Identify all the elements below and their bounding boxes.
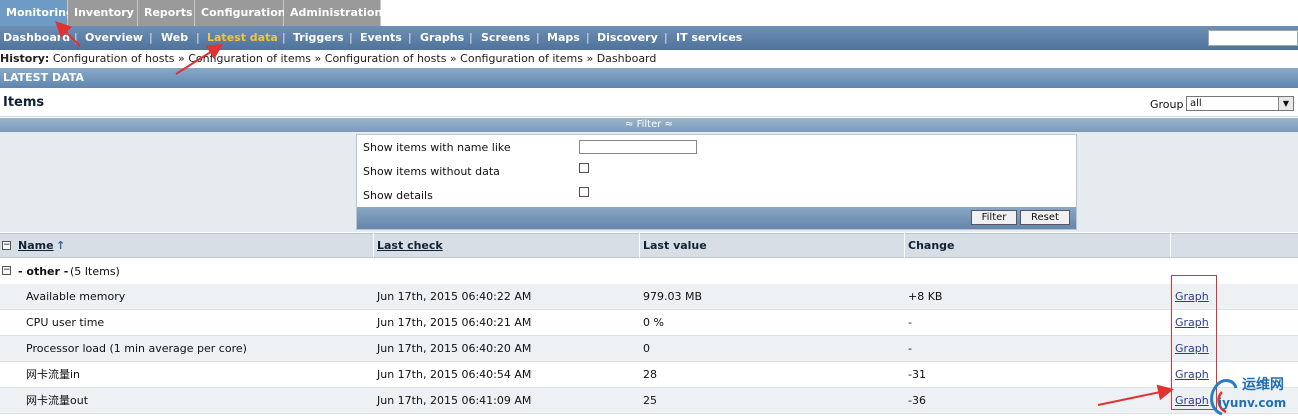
column-divider <box>1170 233 1171 258</box>
history-link[interactable]: Configuration of items <box>188 52 311 65</box>
collapse-all-icon[interactable]: − <box>2 241 11 250</box>
watermark-text: 运维网 <box>1242 377 1284 393</box>
history-link[interactable]: Configuration of hosts <box>53 52 175 65</box>
submenu-separator: | <box>469 31 473 44</box>
change-column-header: Change <box>908 239 955 252</box>
submenu-it-services[interactable]: IT services <box>676 26 742 50</box>
submenu-discovery[interactable]: Discovery <box>597 26 658 50</box>
submenu-separator: | <box>282 31 286 44</box>
column-divider <box>373 233 374 258</box>
item-last-value: 0 <box>643 342 650 355</box>
group-count: (5 Items) <box>70 265 120 278</box>
tab-reports[interactable]: Reports <box>138 0 195 26</box>
submenu-separator: | <box>586 31 590 44</box>
sort-arrow-icon: ↑ <box>56 239 66 252</box>
item-name: 网卡流量out <box>26 394 89 407</box>
history-label: History: <box>0 52 50 65</box>
top-menu: Monitoring Inventory Reports Configurati… <box>0 0 1298 26</box>
submenu-separator: | <box>196 31 200 44</box>
collapse-group-icon[interactable]: − <box>2 266 11 275</box>
group-label: Group <box>1150 98 1184 111</box>
without-data-label: Show items without data <box>363 165 500 178</box>
submenu-triggers[interactable]: Triggers <box>293 26 344 50</box>
item-name: CPU user time <box>26 316 105 329</box>
submenu-dashboard[interactable]: Dashboard <box>3 26 70 50</box>
group-select-value: all <box>1190 98 1202 109</box>
submenu-latest-data[interactable]: Latest data <box>207 26 278 50</box>
submenu-web[interactable]: Web <box>161 26 188 50</box>
tab-configuration[interactable]: Configuration <box>195 0 286 26</box>
group-select[interactable]: all ▼ <box>1186 96 1294 111</box>
filter-actions: Filter Reset <box>357 207 1076 229</box>
details-label: Show details <box>363 189 433 202</box>
submenu-screens[interactable]: Screens <box>481 26 530 50</box>
table-row: CPU user time Jun 17th, 2015 06:40:21 AM… <box>0 310 1298 336</box>
submenu-separator: | <box>536 31 540 44</box>
table-row: 网卡流量in Jun 17th, 2015 06:40:54 AM 28 -31… <box>0 362 1298 388</box>
last-check-column-header[interactable]: Last check <box>377 234 443 257</box>
item-last-check: Jun 17th, 2015 06:40:21 AM <box>377 316 532 329</box>
submenu-separator: | <box>408 31 412 44</box>
table-row: Available memory Jun 17th, 2015 06:40:22… <box>0 284 1298 310</box>
item-last-check: Jun 17th, 2015 06:40:20 AM <box>377 342 532 355</box>
page-title: Items <box>3 95 45 110</box>
submenu-graphs[interactable]: Graphs <box>420 26 464 50</box>
filter-toggle[interactable]: ≈ Filter ≈ <box>0 118 1298 132</box>
chevron-down-icon[interactable]: ▼ <box>1278 97 1293 110</box>
item-change: - <box>908 342 912 355</box>
table-row: Processor load (1 min average per core) … <box>0 336 1298 362</box>
history-link[interactable]: Configuration of items <box>460 52 583 65</box>
item-last-value: 25 <box>643 394 657 407</box>
item-last-value: 28 <box>643 368 657 381</box>
item-name: Available memory <box>26 290 126 303</box>
column-divider <box>639 233 640 258</box>
tab-monitoring[interactable]: Monitoring <box>0 0 74 26</box>
name-column-header[interactable]: Name <box>18 234 54 257</box>
table-row: 网卡流量out Jun 17th, 2015 06:41:09 AM 25 -3… <box>0 388 1298 414</box>
tab-inventory[interactable]: Inventory <box>68 0 138 26</box>
submenu-maps[interactable]: Maps <box>547 26 580 50</box>
history-link[interactable]: Configuration of hosts <box>325 52 447 65</box>
item-change: -31 <box>908 368 926 381</box>
watermark-url: iyunv.com <box>1218 396 1287 410</box>
without-data-checkbox[interactable] <box>579 163 589 173</box>
item-last-check: Jun 17th, 2015 06:40:54 AM <box>377 368 532 381</box>
item-name: Processor load (1 min average per core) <box>26 342 247 355</box>
history-link[interactable]: Dashboard <box>597 52 657 65</box>
column-divider <box>904 233 905 258</box>
item-last-value: 979.03 MB <box>643 290 703 303</box>
name-like-input[interactable] <box>579 140 697 154</box>
item-change: -36 <box>908 394 926 407</box>
item-last-check: Jun 17th, 2015 06:40:22 AM <box>377 290 532 303</box>
submenu-separator: | <box>349 31 353 44</box>
item-last-check: Jun 17th, 2015 06:41:09 AM <box>377 394 532 407</box>
details-checkbox[interactable] <box>579 187 589 197</box>
table-header: − Name ↑ Last check Last value Change <box>0 233 1298 258</box>
sub-menu: Dashboard | Overview | Web | Latest data… <box>0 26 1298 50</box>
last-value-column-header: Last value <box>643 239 707 252</box>
submenu-separator: | <box>74 31 78 44</box>
watermark-logo: 运维网 iyunv.com <box>1204 372 1298 416</box>
submenu-separator: | <box>149 31 153 44</box>
breadcrumb: History: Configuration of hosts » Config… <box>0 50 1298 68</box>
filter-button[interactable]: Filter <box>971 210 1017 225</box>
section-header: LATEST DATA <box>0 68 1298 88</box>
submenu-events[interactable]: Events <box>360 26 402 50</box>
item-name: 网卡流量in <box>26 368 81 381</box>
item-change: - <box>908 316 912 329</box>
filter-form: Show items with name like Show items wit… <box>356 134 1077 230</box>
submenu-separator: | <box>664 31 668 44</box>
submenu-overview[interactable]: Overview <box>85 26 143 50</box>
reset-button[interactable]: Reset <box>1020 210 1070 225</box>
group-row: − - other - (5 Items) <box>0 258 1298 285</box>
group-name: - other - <box>18 265 69 278</box>
search-input[interactable] <box>1208 30 1298 46</box>
tab-administration[interactable]: Administration <box>284 0 382 26</box>
item-last-value: 0 % <box>643 316 664 329</box>
item-change: +8 KB <box>908 290 943 303</box>
name-like-label: Show items with name like <box>363 141 511 154</box>
items-header: Items Group all ▼ <box>0 90 1298 117</box>
